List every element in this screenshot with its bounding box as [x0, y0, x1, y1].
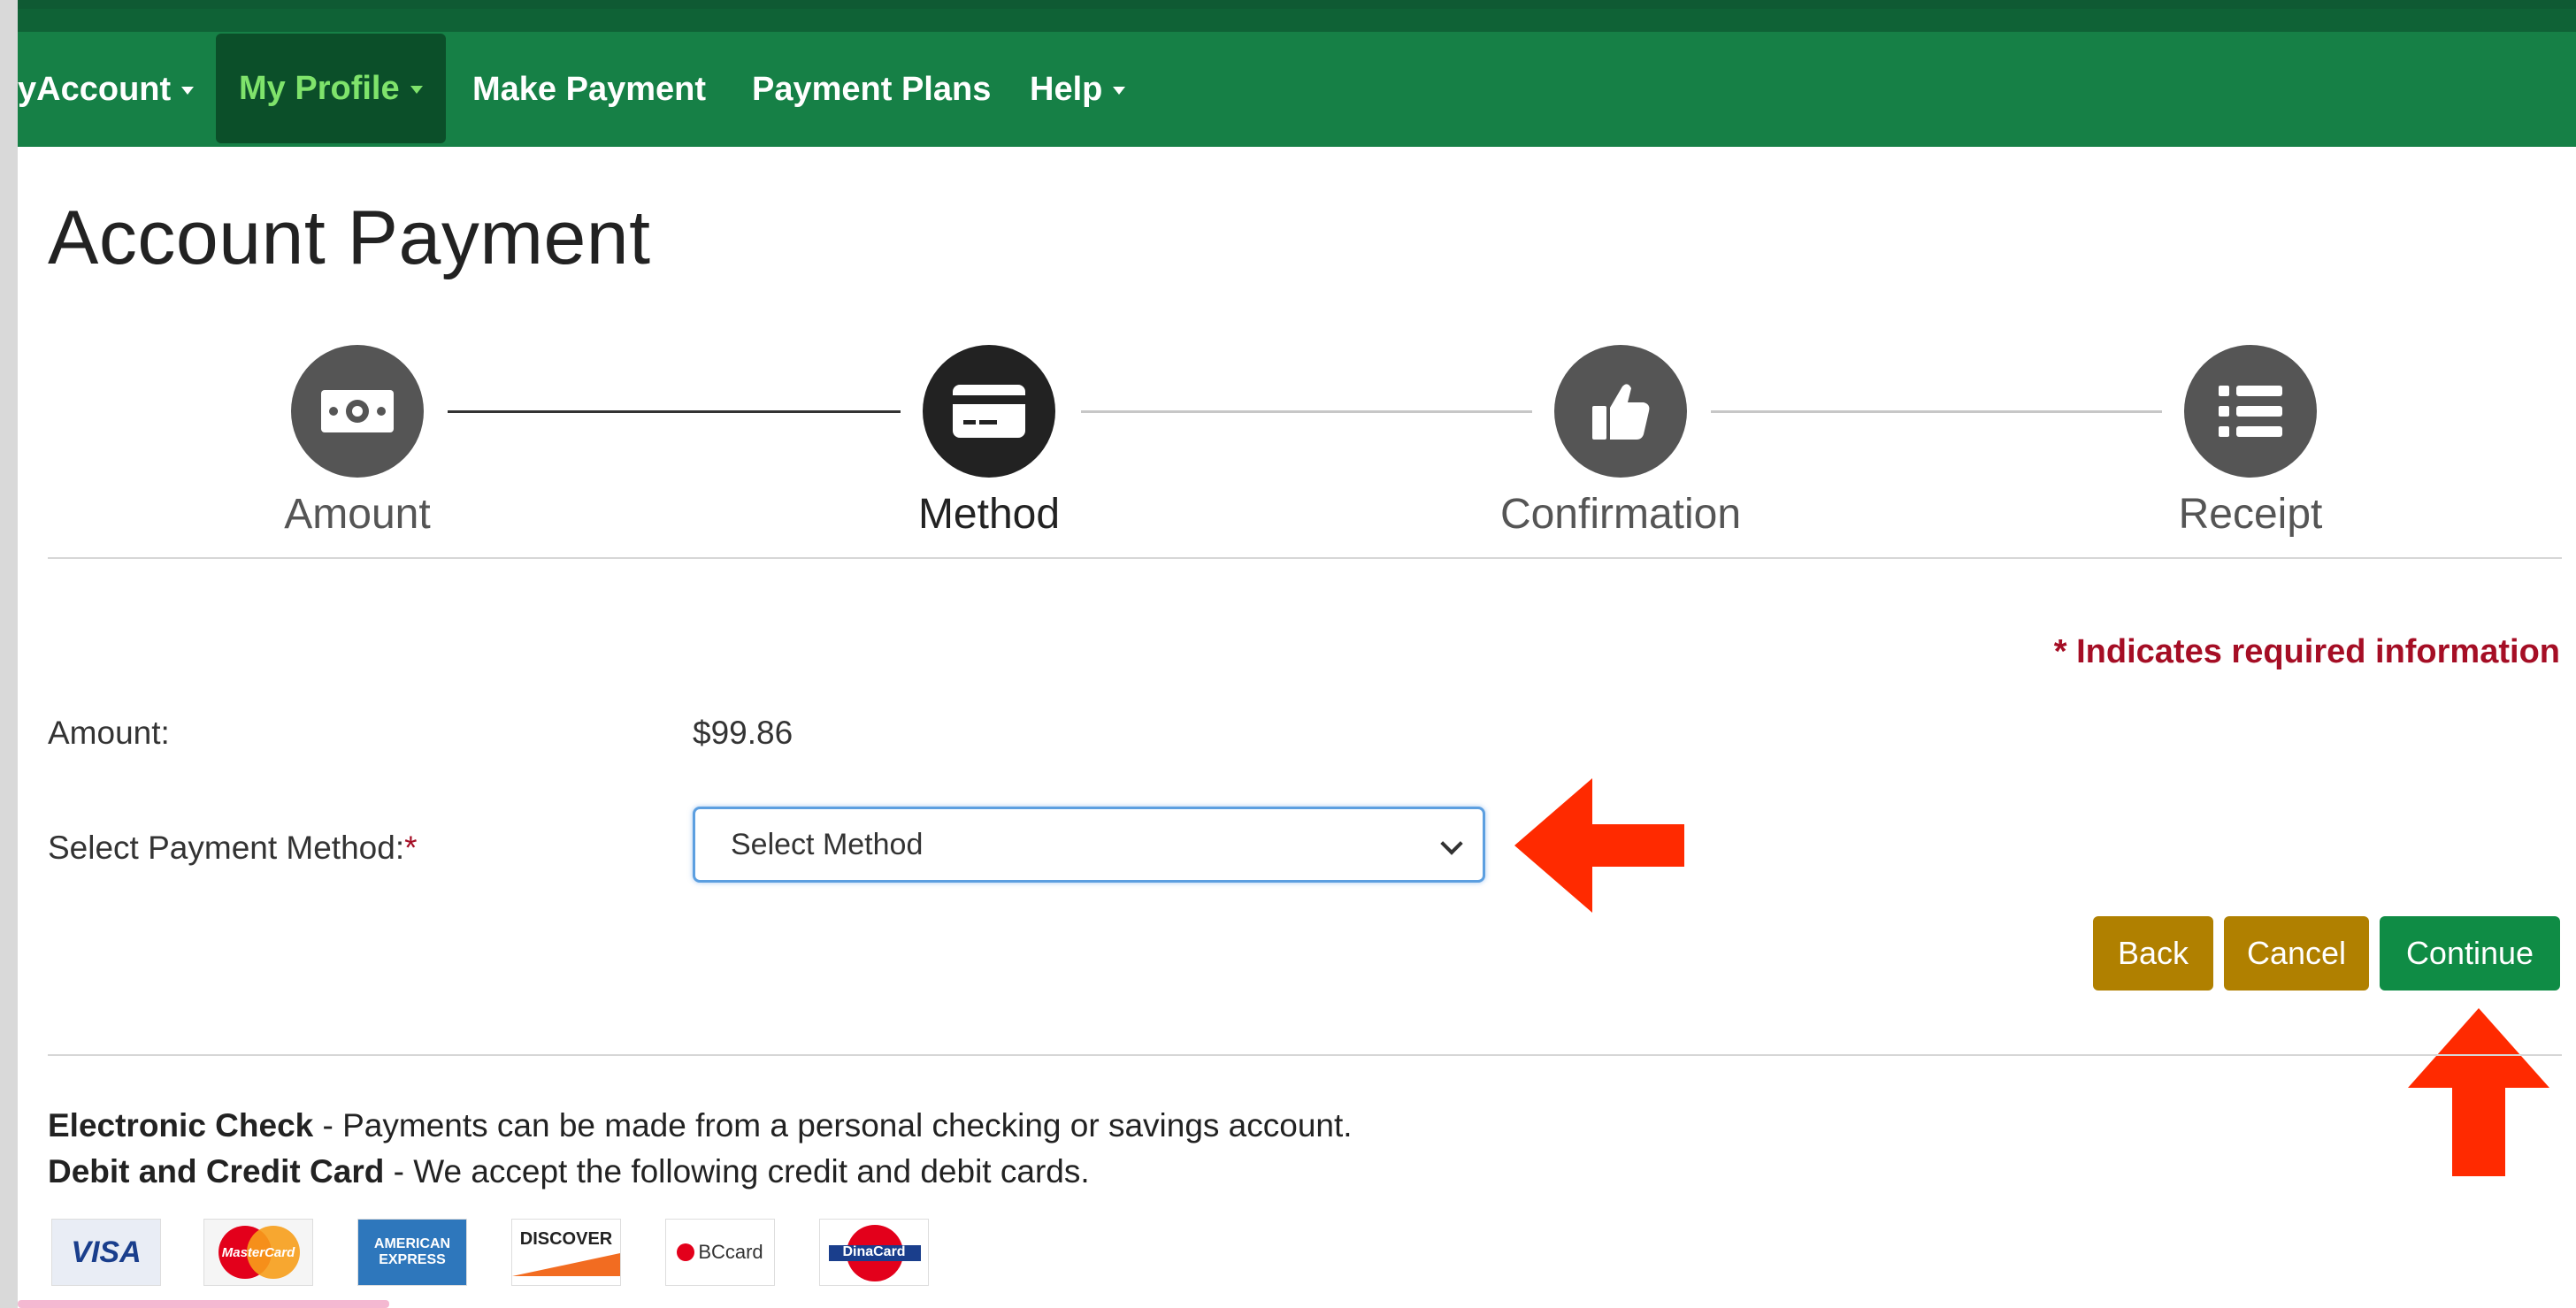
echeck-info: Electronic Check - Payments can be made … — [48, 1107, 1353, 1144]
money-bill-icon — [321, 390, 394, 432]
caret-down-icon — [1113, 86, 1126, 95]
continue-button[interactable]: Continue — [2380, 916, 2560, 991]
divider-top — [48, 557, 2562, 559]
payment-method-label-text: Select Payment Method: — [48, 830, 405, 866]
chevron-down-icon — [1440, 832, 1463, 855]
caret-down-icon — [410, 85, 423, 94]
main-navbar: y Account My Profile Make Payment Paymen… — [18, 9, 2576, 147]
payment-stepper: Amount Method Confirmation Receipt — [48, 345, 2560, 539]
dinacard-logo-text: DinaCard — [842, 1244, 906, 1259]
step-confirmation[interactable]: Confirmation — [1488, 345, 1753, 539]
amex-logo-text: AMERICAN EXPRESS — [373, 1236, 451, 1267]
nav-item-my-profile[interactable]: My Profile — [216, 34, 446, 143]
nav-item-my-profile-label: My Profile — [239, 69, 400, 107]
bccard-logo: BCcard — [665, 1219, 775, 1286]
nav-item-help-label: Help — [1030, 70, 1103, 108]
discover-stripe-icon — [512, 1252, 620, 1276]
thumbs-up-icon — [1592, 384, 1650, 440]
card-text: - We accept the following credit and deb… — [384, 1153, 1090, 1189]
step-method-circle — [923, 345, 1055, 478]
step-receipt-label: Receipt — [2178, 491, 2323, 538]
visa-logo: VISA — [51, 1219, 161, 1286]
step-amount-label: Amount — [284, 491, 431, 538]
step-amount-circle — [291, 345, 424, 478]
discover-logo-text: DISCOVER — [519, 1228, 613, 1249]
nav-item-make-payment[interactable]: Make Payment — [472, 32, 706, 147]
arrow-up-annotation-icon — [2408, 1008, 2549, 1176]
card-info: Debit and Credit Card - We accept the fo… — [48, 1153, 1090, 1190]
payment-method-selected-value: Select Method — [731, 827, 924, 861]
visa-logo-text: VISA — [71, 1235, 142, 1269]
echeck-text: - Payments can be made from a personal c… — [313, 1107, 1353, 1144]
nav-item-account-label: Account — [36, 70, 172, 108]
step-receipt[interactable]: Receipt — [2118, 345, 2383, 539]
discover-logo: DISCOVER — [511, 1219, 621, 1286]
bccard-dot-icon — [677, 1243, 695, 1261]
mastercard-logo: MasterCard — [203, 1219, 313, 1286]
caret-down-icon — [181, 86, 195, 95]
bccard-logo-text: BCcard — [698, 1241, 763, 1263]
step-method[interactable]: Method — [856, 345, 1122, 539]
nav-item-account[interactable]: y Account — [18, 32, 195, 147]
page-title: Account Payment — [48, 195, 651, 280]
echeck-title: Electronic Check — [48, 1107, 314, 1144]
amount-label: Amount: — [48, 715, 170, 751]
step-method-label: Method — [917, 491, 1061, 538]
credit-card-icon — [953, 385, 1025, 438]
step-confirmation-label: Confirmation — [1499, 491, 1742, 538]
nav-item-payment-plans[interactable]: Payment Plans — [752, 32, 991, 147]
dinacard-logo: DinaCard — [819, 1219, 929, 1286]
amex-logo: AMERICAN EXPRESS — [357, 1219, 467, 1286]
nav-item-account-prefix: y — [18, 70, 37, 108]
mastercard-logo-text: MasterCard — [221, 1244, 295, 1260]
nav-item-help[interactable]: Help — [1030, 32, 1126, 147]
required-note: * Indicates required information — [2053, 633, 2560, 670]
top-strip — [18, 0, 2576, 9]
divider-bottom — [48, 1054, 2562, 1056]
left-gutter — [0, 0, 18, 1308]
cancel-button[interactable]: Cancel — [2224, 916, 2369, 991]
required-asterisk: * — [404, 830, 418, 866]
stepper-connector-3 — [1711, 410, 2162, 413]
step-confirmation-circle — [1554, 345, 1687, 478]
step-amount[interactable]: Amount — [225, 345, 490, 539]
nav-item-make-payment-label: Make Payment — [472, 70, 707, 108]
arrow-left-annotation-icon — [1514, 778, 1684, 913]
payment-method-label: Select Payment Method:* — [48, 830, 418, 867]
nav-item-payment-plans-label: Payment Plans — [752, 70, 992, 108]
bottom-pink-bar — [18, 1300, 389, 1308]
card-title: Debit and Credit Card — [48, 1153, 385, 1189]
amount-value: $99.86 — [693, 715, 794, 751]
stepper-connector-1 — [448, 410, 901, 413]
list-icon — [2219, 386, 2282, 437]
payment-method-select[interactable]: Select Method — [693, 807, 1485, 883]
step-receipt-circle — [2184, 345, 2317, 478]
stepper-connector-2 — [1081, 410, 1532, 413]
back-button[interactable]: Back — [2093, 916, 2213, 991]
page: y Account My Profile Make Payment Paymen… — [0, 0, 2576, 1308]
